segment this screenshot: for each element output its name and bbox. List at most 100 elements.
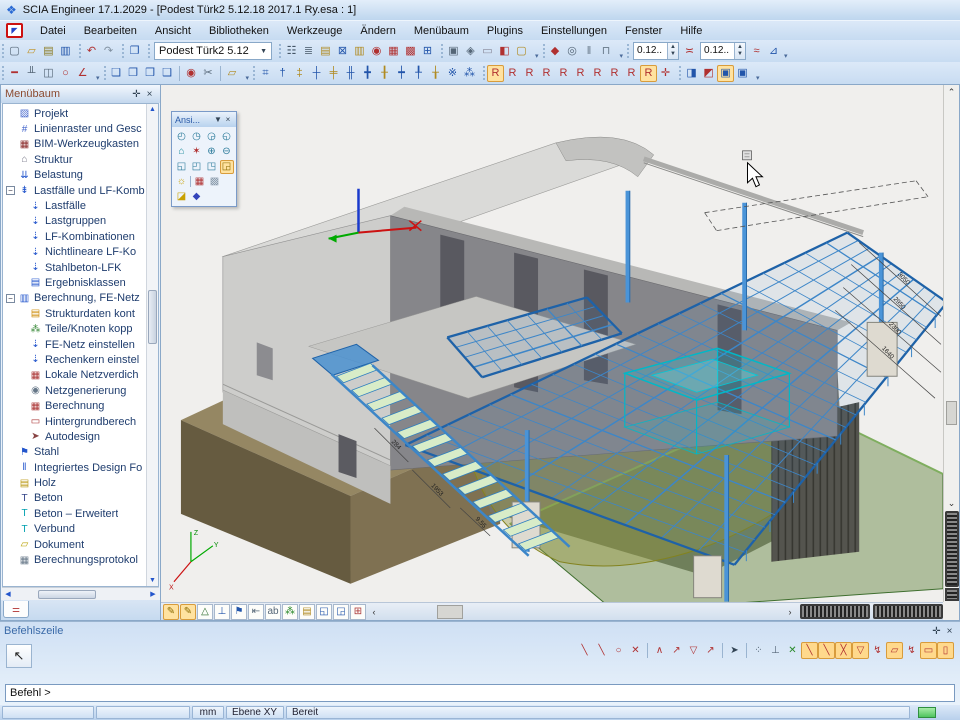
- chevron-down-icon[interactable]: ▼: [260, 48, 267, 55]
- tree-item-berechnung-fe-netz[interactable]: −▥Berechnung, FE-Netz: [3, 291, 146, 306]
- results-section-icon[interactable]: R: [623, 65, 640, 82]
- layers-icon[interactable]: ≣: [300, 43, 317, 60]
- results-refresh-icon[interactable]: R: [640, 65, 657, 82]
- overflow-icon[interactable]: ▾: [756, 74, 760, 84]
- model-viewport[interactable]: 305029502300164028419539.55: [161, 84, 960, 621]
- overflow-icon[interactable]: ▾: [784, 52, 788, 62]
- load-scale-icon[interactable]: ≍: [681, 43, 698, 60]
- paste-add-icon[interactable]: ❑: [159, 65, 176, 82]
- explode-tool-icon[interactable]: ⁂: [461, 65, 478, 82]
- rotate-roller-z[interactable]: [945, 511, 959, 587]
- tree-item-teile-knoten-koppeln[interactable]: ⁂Teile/Knoten kopp: [3, 321, 146, 336]
- tree-item-lokale-netzverdichtung[interactable]: ▦Lokale Netzverdich: [3, 368, 146, 383]
- tree-item-berechnungsprotokoll[interactable]: ▦Berechnungsprotokol: [3, 552, 146, 567]
- support-display-icon[interactable]: ⊥: [214, 604, 230, 620]
- results-integration-icon[interactable]: R: [606, 65, 623, 82]
- tree-item-nichtlineare-lf-ko[interactable]: ⇣Nichtlineare LF-Ko: [3, 245, 146, 260]
- cone-view-icon[interactable]: △: [197, 604, 213, 620]
- spinner-arrows-icon[interactable]: ▲▼: [734, 43, 745, 59]
- menu-bibliotheken[interactable]: Bibliotheken: [200, 23, 278, 39]
- roller-corner[interactable]: [945, 588, 959, 601]
- tree-item-belastung[interactable]: ⇊Belastung: [3, 168, 146, 183]
- menu-fenster[interactable]: Fenster: [616, 23, 671, 39]
- tree-item-rechenkern-einstellen[interactable]: ⇣Rechenkern einstel: [3, 352, 146, 367]
- redo-icon[interactable]: ↷: [100, 43, 117, 60]
- menu-plugins[interactable]: Plugins: [478, 23, 532, 39]
- tree-item-dokument[interactable]: ▱Dokument: [3, 537, 146, 552]
- scale-tool-icon[interactable]: ╫: [342, 65, 359, 82]
- scroll-down-icon[interactable]: ⌄: [948, 496, 956, 510]
- tree-item-linienraster[interactable]: #Linienraster und Gesc: [3, 121, 146, 136]
- tree-item-holz[interactable]: ▤Holz: [3, 475, 146, 490]
- overflow-icon[interactable]: ▾: [96, 74, 100, 84]
- pin-icon[interactable]: ✛: [130, 89, 143, 100]
- tree-item-stahlbeton-lfk[interactable]: ⇣Stahlbeton-LFK: [3, 260, 146, 275]
- copy-properties-icon[interactable]: ❏: [108, 65, 125, 82]
- status-plane[interactable]: Ebene XY: [226, 706, 284, 719]
- display-parameters-icon[interactable]: ◨: [683, 65, 700, 82]
- label-display-icon[interactable]: ⚑: [231, 604, 247, 620]
- cut-modify-icon[interactable]: ✂: [200, 65, 217, 82]
- menu-datei[interactable]: Datei: [31, 23, 75, 39]
- window-view-2-icon[interactable]: ◲: [333, 604, 349, 620]
- load-scale-spinner[interactable]: 0.12.. ▲▼: [633, 42, 679, 60]
- model-3d-view[interactable]: 305029502300164028419539.55: [161, 85, 943, 603]
- tree-item-stahl[interactable]: ⚑Stahl: [3, 445, 146, 460]
- scia-logo-icon[interactable]: ◤: [6, 23, 23, 38]
- tree-item-verbund[interactable]: TVerbund: [3, 522, 146, 537]
- snap-endpoint-icon[interactable]: ╲: [801, 642, 818, 659]
- snap-node-icon[interactable]: ↯: [869, 642, 886, 659]
- spinner-arrows-icon[interactable]: ▲▼: [667, 43, 678, 59]
- mesh-display-icon[interactable]: ◉: [368, 43, 385, 60]
- coordinate-info-icon[interactable]: ⊠: [334, 43, 351, 60]
- rotate-roller-x[interactable]: [800, 604, 870, 619]
- notebook-icon[interactable]: ▤: [299, 604, 315, 620]
- scrollbar-thumb[interactable]: [437, 605, 463, 619]
- break-tool-icon[interactable]: ┿: [393, 65, 410, 82]
- tree-item-projekt[interactable]: ▨Projekt: [3, 106, 146, 121]
- overflow-icon[interactable]: ▾: [535, 52, 539, 62]
- snap-perpendicular-icon[interactable]: ▽: [852, 642, 869, 659]
- tree-item-lastfaelle-und-lf-komb[interactable]: −⇟Lastfälle und LF-Komb: [3, 183, 146, 198]
- menubaum-tab[interactable]: ⚌: [3, 601, 29, 618]
- new-beam-icon[interactable]: ━: [6, 65, 23, 82]
- scroll-left-icon[interactable]: ◀: [2, 590, 14, 598]
- stored-view-1-icon[interactable]: ▣: [717, 65, 734, 82]
- delete-tool-icon[interactable]: ✕: [627, 642, 644, 659]
- join-tool-icon[interactable]: ╀: [410, 65, 427, 82]
- tree-item-fe-netz-einstellen[interactable]: ⇣FE-Netz einstellen: [3, 337, 146, 352]
- plane-tool-icon[interactable]: ▽: [685, 642, 702, 659]
- snap-ortho-icon[interactable]: ⊥: [767, 642, 784, 659]
- snap-polygon-icon[interactable]: ▱: [886, 642, 903, 659]
- view-point-icon[interactable]: ✶: [190, 145, 204, 159]
- snapshot-manager-icon[interactable]: ▩: [208, 175, 222, 189]
- calculator-icon[interactable]: ▭: [479, 43, 496, 60]
- snap-arc-icon[interactable]: ↯: [903, 642, 920, 659]
- mirror-tool-icon[interactable]: ┼: [308, 65, 325, 82]
- menu-ansicht[interactable]: Ansicht: [146, 23, 200, 39]
- add-node-icon[interactable]: †: [274, 65, 291, 82]
- zoom-in-icon[interactable]: ⊕: [205, 145, 219, 159]
- activities-icon[interactable]: ▤: [317, 43, 334, 60]
- results-reactions-icon[interactable]: R: [538, 65, 555, 82]
- tree-item-lastgruppen[interactable]: ⇣Lastgruppen: [3, 214, 146, 229]
- tree-item-berechnung[interactable]: ▦Berechnung: [3, 398, 146, 413]
- scroll-up-icon[interactable]: ⌃: [948, 85, 956, 99]
- dimension-style-icon[interactable]: ⇤: [248, 604, 264, 620]
- line-tool-icon[interactable]: ╲: [576, 642, 593, 659]
- tree-item-lf-kombinationen[interactable]: ⇣LF-Kombinationen: [3, 229, 146, 244]
- tree-item-struktur[interactable]: ⌂Struktur: [3, 152, 146, 167]
- pointer-mode-button[interactable]: ↖: [6, 644, 32, 668]
- line-tool-2-icon[interactable]: ╲: [593, 642, 610, 659]
- angle-dimension-icon[interactable]: ∠: [74, 65, 91, 82]
- cursor-select-icon[interactable]: ➤: [726, 642, 743, 659]
- edit-folder-icon[interactable]: ▱: [224, 65, 241, 82]
- scroll-down-icon[interactable]: ▼: [149, 575, 156, 586]
- image-export-icon[interactable]: ◧: [496, 43, 513, 60]
- snap-grid-icon[interactable]: ⁘: [750, 642, 767, 659]
- snap-intersection-icon[interactable]: ╳: [835, 642, 852, 659]
- view-x-icon[interactable]: ◴: [175, 130, 189, 144]
- divide-node-icon[interactable]: ‡: [291, 65, 308, 82]
- results-1d-icon[interactable]: R: [487, 65, 504, 82]
- polyline-tool-icon[interactable]: ∧: [651, 642, 668, 659]
